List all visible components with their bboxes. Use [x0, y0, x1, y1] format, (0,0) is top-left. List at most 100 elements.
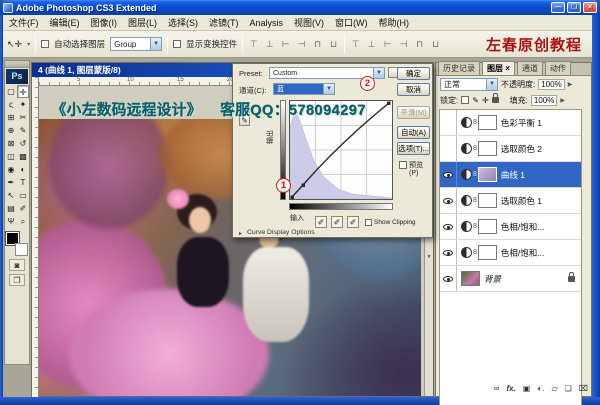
ok-button[interactable]: 确定 [397, 67, 430, 80]
cancel-button[interactable]: 取消 [397, 83, 430, 96]
lock-transparency-icon[interactable] [461, 96, 469, 104]
type-tool[interactable]: T [17, 176, 29, 189]
auto-select-checkbox[interactable] [41, 40, 49, 48]
lock-paint-icon[interactable]: ✎ [472, 96, 479, 105]
black-point-eyedropper-icon[interactable]: ✐ [315, 216, 327, 228]
clone-stamp-tool[interactable]: ⊠ [5, 137, 17, 150]
auto-button[interactable]: 自动(A) [397, 126, 430, 139]
brush-tool[interactable]: ✎ [17, 124, 29, 137]
visibility-toggle[interactable] [440, 188, 457, 213]
visibility-toggle[interactable] [440, 240, 457, 265]
menu-edit[interactable]: 编辑(E) [50, 16, 80, 29]
visibility-toggle[interactable] [440, 266, 457, 291]
zoom-tool[interactable]: ⌕ [17, 215, 29, 228]
screen-mode-button[interactable]: ❐ [9, 274, 25, 286]
visibility-toggle[interactable] [440, 214, 457, 239]
display-options-expander-icon[interactable]: ▸ [239, 230, 242, 237]
crop-tool[interactable]: ⊞ [5, 111, 17, 124]
background-thumbnail[interactable] [461, 271, 480, 286]
show-clipping-checkbox[interactable] [365, 219, 372, 226]
fill-value[interactable]: 100% [531, 95, 557, 106]
layer-name[interactable]: 选取颜色 1 [501, 195, 542, 207]
layer-name[interactable]: 色彩平衡 1 [501, 117, 542, 129]
layer-row-curves[interactable]: 8 曲线 1 [440, 162, 581, 188]
fill-slider-icon[interactable]: ▶ [560, 97, 565, 104]
quick-mask-button[interactable]: ◙ [9, 259, 25, 271]
close-button[interactable]: ✕ [583, 2, 597, 13]
tab-actions[interactable]: 动作 [545, 61, 571, 75]
group-select[interactable]: Group▼ [110, 37, 162, 51]
path-selection-tool[interactable]: ↖ [5, 189, 17, 202]
distribute-bottom-icon[interactable]: ⊢ [382, 39, 393, 50]
slice-tool[interactable]: ✂ [17, 111, 29, 124]
gradient-tool[interactable]: ▩ [17, 150, 29, 163]
link-layers-icon[interactable]: ∞ [494, 384, 500, 393]
move-tool[interactable]: ✛ [17, 85, 29, 98]
layer-mask-thumbnail[interactable] [478, 115, 497, 130]
layer-name[interactable]: 曲线 1 [501, 169, 525, 181]
menu-help[interactable]: 帮助(H) [379, 16, 410, 29]
pen-tool[interactable]: ✒ [5, 176, 17, 189]
layer-row-selective-color-2[interactable]: 8 选取颜色 2 [440, 136, 581, 162]
align-vcenter-icon[interactable]: ⊥ [264, 39, 275, 50]
layer-mask-thumbnail[interactable] [478, 193, 497, 208]
visibility-toggle[interactable] [440, 136, 457, 161]
layer-name[interactable]: 选取颜色 2 [501, 143, 542, 155]
add-mask-icon[interactable]: ▣ [523, 384, 531, 393]
visibility-toggle[interactable] [440, 162, 457, 187]
layer-mask-thumbnail[interactable] [478, 219, 497, 234]
layer-row-color-balance[interactable]: 8 色彩平衡 1 [440, 110, 581, 136]
layer-thumbnail[interactable] [478, 167, 497, 182]
menu-select[interactable]: 选择(S) [168, 16, 198, 29]
tab-history[interactable]: 历史记录 [438, 61, 480, 75]
gray-point-eyedropper-icon[interactable]: ✐ [331, 216, 343, 228]
history-brush-tool[interactable]: ↺ [17, 137, 29, 150]
healing-brush-tool[interactable]: ⊕ [5, 124, 17, 137]
layer-row-selective-color-1[interactable]: 8 选取颜色 1 [440, 188, 581, 214]
tab-layers[interactable]: 图层 × [482, 61, 515, 75]
opacity-value[interactable]: 100% [538, 79, 564, 90]
align-hcenter-icon[interactable]: ⊓ [312, 39, 323, 50]
notes-tool[interactable]: ▤ [5, 202, 17, 215]
tab-close-icon[interactable]: × [505, 64, 510, 73]
align-top-icon[interactable]: ⊤ [248, 39, 259, 50]
layer-name[interactable]: 色相/饱和... [501, 221, 544, 233]
menu-image[interactable]: 图像(I) [91, 16, 118, 29]
lock-all-icon[interactable] [492, 97, 499, 103]
dodge-tool[interactable]: ◐ [17, 163, 29, 176]
blend-mode-select[interactable]: 正常▼ [440, 78, 498, 91]
menu-view[interactable]: 视图(V) [294, 16, 324, 29]
background-color-swatch[interactable] [15, 243, 28, 256]
align-right-icon[interactable]: ⊔ [328, 39, 339, 50]
channel-select[interactable]: 蓝▼ [273, 83, 335, 95]
maximize-button[interactable]: ❐ [567, 2, 581, 13]
eyedropper-tool[interactable]: ✐ [17, 202, 29, 215]
visibility-toggle[interactable] [440, 110, 457, 135]
lasso-tool[interactable]: ς [5, 98, 17, 111]
new-adjustment-icon[interactable]: ◐. [537, 384, 544, 393]
menu-file[interactable]: 文件(F) [9, 16, 39, 29]
marquee-tool[interactable]: ▢ [5, 85, 17, 98]
align-bottom-icon[interactable]: ⊢ [280, 39, 291, 50]
menu-filter[interactable]: 滤镜(T) [209, 16, 239, 29]
show-transform-checkbox[interactable] [173, 40, 181, 48]
options-button[interactable]: 选项(T)... [397, 142, 430, 155]
eraser-tool[interactable]: ◫ [5, 150, 17, 163]
preview-checkbox[interactable] [399, 161, 407, 169]
layer-name[interactable]: 色相/饱和... [501, 247, 544, 259]
layer-mask-thumbnail[interactable] [478, 141, 497, 156]
distribute-vcenter-icon[interactable]: ⊥ [366, 39, 377, 50]
display-options-label[interactable]: Curve Display Options [247, 229, 315, 236]
distribute-right-icon[interactable]: ⊔ [430, 39, 441, 50]
align-left-icon[interactable]: ⊣ [296, 39, 307, 50]
distribute-left-icon[interactable]: ⊣ [398, 39, 409, 50]
distribute-top-icon[interactable]: ⊤ [350, 39, 361, 50]
toolbox-titlebar[interactable] [5, 61, 29, 68]
hand-tool[interactable]: Ψ [5, 215, 17, 228]
layer-name[interactable]: 背景 [484, 273, 501, 285]
new-layer-icon[interactable]: ❏ [565, 384, 572, 393]
menu-window[interactable]: 窗口(W) [335, 16, 368, 29]
layer-row-background[interactable]: 背景 [440, 266, 581, 292]
tab-channels[interactable]: 通道 [517, 61, 543, 75]
layer-row-hue-saturation-1[interactable]: 8 色相/饱和... [440, 240, 581, 266]
